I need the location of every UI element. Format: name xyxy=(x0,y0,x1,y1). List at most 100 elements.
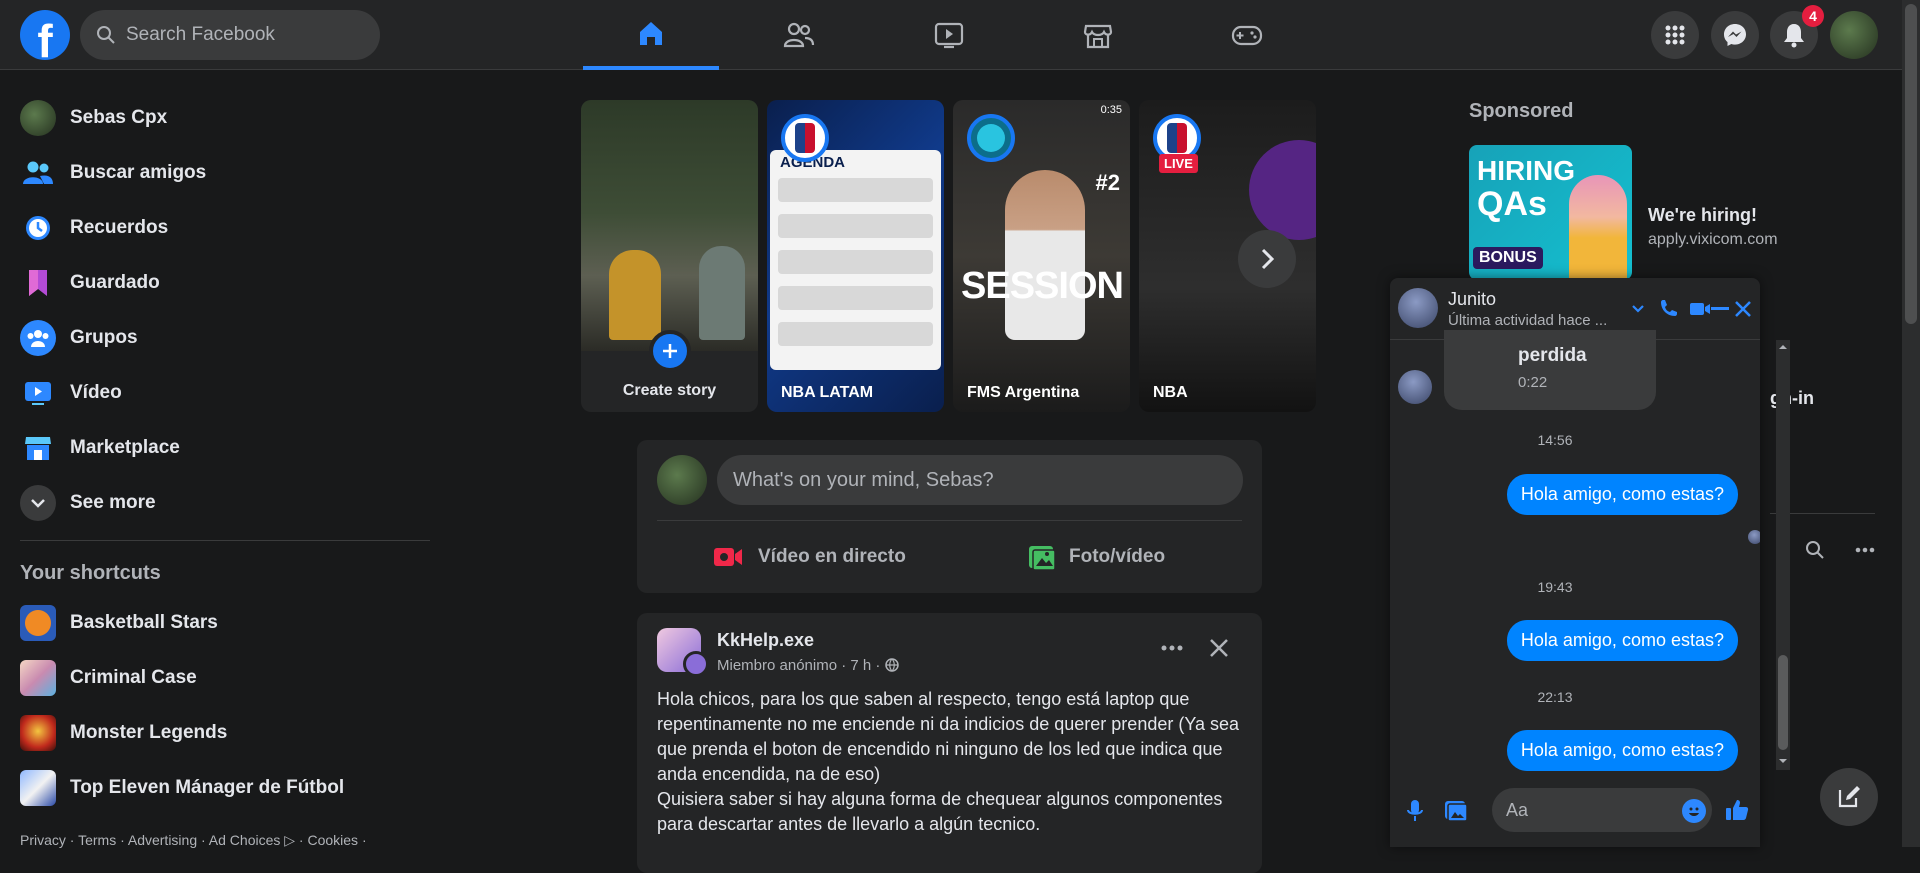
facebook-logo[interactable]: f xyxy=(20,10,70,64)
chat-scroll-thumb[interactable] xyxy=(1778,655,1788,750)
create-story-plus-button[interactable] xyxy=(649,330,691,372)
outgoing-message[interactable]: Hola amigo, como estas? xyxy=(1506,474,1738,515)
gaming-icon xyxy=(1231,25,1263,46)
watch-icon xyxy=(934,22,964,49)
shortcut-top-eleven[interactable]: Top Eleven Mánager de Fútbol xyxy=(8,760,438,815)
seen-avatar xyxy=(1748,530,1760,544)
chevron-right-icon xyxy=(1261,248,1275,270)
sidebar-item-label: Grupos xyxy=(70,326,138,348)
chat-contact-name[interactable]: Junito xyxy=(1448,289,1496,310)
hide-post-button[interactable] xyxy=(1204,633,1234,663)
friends-icon xyxy=(20,155,56,191)
post-options-button[interactable] xyxy=(1157,633,1187,663)
like-button[interactable] xyxy=(1723,796,1751,824)
audio-call-button[interactable] xyxy=(1655,296,1681,322)
emoji-icon xyxy=(1689,807,1699,816)
sidebar-item-profile[interactable]: Sebas Cpx xyxy=(8,90,438,145)
sidebar-item-label: Sebas Cpx xyxy=(70,106,168,128)
plus-icon xyxy=(663,344,677,358)
search-input[interactable] xyxy=(126,24,346,46)
avatar xyxy=(20,99,56,136)
chat-options-button[interactable] xyxy=(1625,296,1651,322)
voice-clip-button[interactable] xyxy=(1402,798,1428,824)
menu-button[interactable] xyxy=(1651,11,1699,59)
footer-links[interactable]: Privacy · Terms · Advertising · Ad Choic… xyxy=(20,832,367,849)
outgoing-message[interactable]: Hola amigo, como estas? xyxy=(1506,620,1738,661)
composer-input[interactable]: What's on your mind, Sebas? xyxy=(717,455,1243,505)
emoji-button[interactable] xyxy=(1682,799,1706,823)
tab-marketplace[interactable] xyxy=(1030,0,1166,70)
image-icon xyxy=(1445,801,1468,822)
create-story-card[interactable]: Create story xyxy=(581,100,758,412)
bell-icon xyxy=(1784,24,1804,48)
close-chat-button[interactable] xyxy=(1730,296,1756,322)
tab-friends[interactable] xyxy=(731,0,867,70)
missed-call-text: perdida xyxy=(1518,345,1587,366)
shortcut-monster-legends[interactable]: Monster Legends xyxy=(8,705,438,760)
photo-video-label: Foto/vídeo xyxy=(1069,546,1166,567)
chat-composer: Aa xyxy=(1390,778,1760,847)
story-card-nba-latam[interactable]: AGENDA NBA LATAM xyxy=(767,100,944,412)
shortcut-criminal-case[interactable]: Criminal Case xyxy=(8,650,438,705)
post-meta-text: Miembro anónimo · 7 h · xyxy=(717,657,885,674)
chevron-down-icon xyxy=(1632,305,1644,313)
sidebar-item-groups[interactable]: Grupos xyxy=(8,310,438,365)
phone-icon xyxy=(1661,300,1677,316)
sidebar-item-see-more[interactable]: See more xyxy=(8,475,438,530)
attach-image-button[interactable] xyxy=(1442,797,1470,825)
story-schedule-graphic: AGENDA xyxy=(770,150,941,370)
story-badge: #2 xyxy=(1095,170,1120,195)
sidebar-item-video[interactable]: Vídeo xyxy=(8,365,438,420)
more-horizontal-icon xyxy=(1855,547,1875,553)
notifications-button[interactable]: 4 xyxy=(1770,5,1824,59)
photo-video-button[interactable]: Foto/vídeo xyxy=(1027,532,1165,582)
anonymous-member-badge xyxy=(683,651,709,677)
contacts-search-button[interactable] xyxy=(1800,535,1830,565)
chat-scrollbar[interactable] xyxy=(1776,340,1790,770)
story-card-fms-argentina[interactable]: SESSION #2 0:35 FMS Argentina xyxy=(953,100,1130,412)
nba-logo xyxy=(781,114,829,162)
account-avatar[interactable] xyxy=(1830,11,1878,59)
post-meta: Miembro anónimo · 7 h · xyxy=(717,657,899,674)
thumbs-up-icon xyxy=(1726,800,1749,820)
ad-title[interactable]: We're hiring! xyxy=(1648,205,1757,226)
minimize-icon xyxy=(1711,307,1729,310)
sidebar-item-saved[interactable]: Guardado xyxy=(8,255,438,310)
live-video-button[interactable]: Vídeo en directo xyxy=(712,532,906,582)
ad-url: apply.vixicom.com xyxy=(1648,231,1778,248)
outgoing-message[interactable]: Hola amigo, como estas? xyxy=(1506,730,1738,771)
stories-next-button[interactable] xyxy=(1238,230,1296,288)
page-scroll-thumb[interactable] xyxy=(1905,4,1917,324)
story-duration: 0:35 xyxy=(1100,104,1122,116)
tab-home[interactable] xyxy=(583,0,719,70)
search-box[interactable] xyxy=(80,10,380,60)
shortcut-basketball-stars[interactable]: Basketball Stars xyxy=(8,595,438,650)
sponsored-heading: Sponsored xyxy=(1469,100,1574,122)
sidebar-item-memories[interactable]: Recuerdos xyxy=(8,200,438,255)
contacts-options-button[interactable] xyxy=(1850,535,1880,565)
top-eleven-icon xyxy=(20,769,56,806)
messenger-button[interactable] xyxy=(1711,11,1759,59)
new-message-button[interactable] xyxy=(1820,768,1878,826)
shortcut-label: Criminal Case xyxy=(70,666,197,688)
messenger-icon xyxy=(1724,24,1746,46)
ad-image[interactable]: HIRING QAs BONUS xyxy=(1469,145,1632,280)
sidebar-item-friends[interactable]: Buscar amigos xyxy=(8,145,438,200)
tab-gaming[interactable] xyxy=(1179,0,1315,70)
shortcut-label: Basketball Stars xyxy=(70,611,218,633)
ad-bonus: BONUS xyxy=(1473,247,1543,269)
sidebar-item-marketplace[interactable]: Marketplace xyxy=(8,420,438,475)
message-input[interactable]: Aa xyxy=(1492,788,1712,832)
top-navigation-bar: f 4 xyxy=(0,0,1902,70)
more-horizontal-icon xyxy=(1161,645,1183,651)
photo-icon xyxy=(1029,546,1056,571)
chat-window: Junito Última actividad hace ... perdida… xyxy=(1390,278,1760,847)
avatar[interactable] xyxy=(1398,288,1438,328)
shortcut-label: Monster Legends xyxy=(70,721,228,743)
sidebar-item-label: See more xyxy=(70,491,156,513)
marketplace-icon xyxy=(1083,24,1113,49)
page-scrollbar[interactable] xyxy=(1902,0,1920,847)
ad-headline: HIRING xyxy=(1477,155,1575,186)
post-author[interactable]: KkHelp.exe xyxy=(717,630,814,651)
tab-watch[interactable] xyxy=(881,0,1017,70)
